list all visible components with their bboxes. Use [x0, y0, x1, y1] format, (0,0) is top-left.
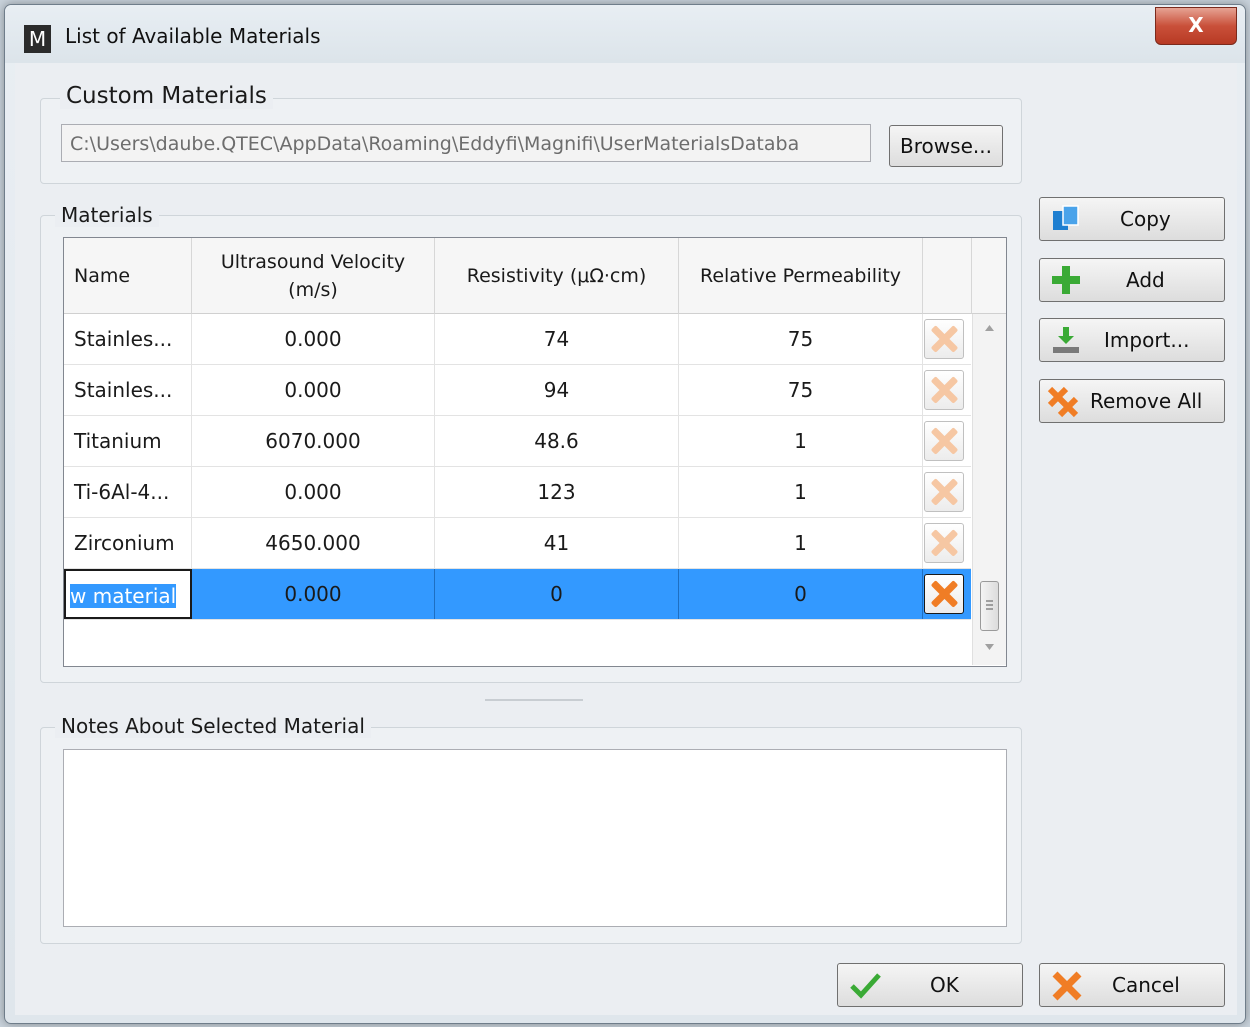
delete-row-button[interactable]	[924, 370, 964, 410]
scroll-thumb[interactable]	[980, 581, 999, 631]
cell-velocity[interactable]: 6070.000	[192, 416, 435, 466]
table-row[interactable]: Titanium 6070.000 48.6 1	[64, 416, 971, 467]
table-row-selected[interactable]: w material 0.000 0 0	[64, 569, 971, 620]
splitter-handle[interactable]	[485, 699, 583, 701]
column-header-permeability[interactable]: Relative Permeability	[679, 238, 923, 314]
title-bar[interactable]: M List of Available Materials X	[5, 5, 1245, 63]
column-header-name[interactable]: Name	[64, 238, 192, 314]
import-label: Import...	[1104, 328, 1190, 352]
window-title: List of Available Materials	[65, 24, 321, 48]
close-button[interactable]: X	[1155, 7, 1237, 45]
column-header-label: Ultrasound Velocity (m/s)	[220, 250, 406, 301]
cell-velocity[interactable]: 4650.000	[192, 518, 435, 568]
remove-all-button[interactable]: Remove All	[1039, 379, 1225, 423]
cell-velocity[interactable]: 0.000	[192, 365, 435, 415]
ok-label: OK	[930, 973, 959, 997]
copy-button[interactable]: Copy	[1039, 197, 1225, 241]
delete-row-button[interactable]	[924, 523, 964, 563]
notes-title: Notes About Selected Material	[55, 714, 371, 738]
cell-name[interactable]: Stainles...	[64, 314, 192, 364]
delete-x-icon	[930, 529, 958, 557]
column-header-label: Resistivity (μΩ·cm)	[466, 264, 647, 287]
browse-button[interactable]: Browse...	[889, 125, 1003, 167]
dialog-window: M List of Available Materials X Custom M…	[4, 4, 1246, 1024]
cell-permeability[interactable]: 75	[679, 365, 923, 415]
delete-row-button[interactable]	[924, 472, 964, 512]
vertical-scrollbar[interactable]	[972, 314, 1006, 665]
import-button[interactable]: Import...	[1039, 318, 1225, 362]
cell-resistivity[interactable]: 0	[435, 569, 679, 619]
scroll-up-arrow-icon[interactable]	[973, 318, 1006, 338]
cell-permeability[interactable]: 1	[679, 467, 923, 517]
cell-permeability[interactable]: 1	[679, 416, 923, 466]
remove-all-icon	[1047, 386, 1079, 418]
cell-name[interactable]: Ti-6Al-4...	[64, 467, 192, 517]
ok-button[interactable]: OK	[837, 963, 1023, 1007]
cell-resistivity[interactable]: 123	[435, 467, 679, 517]
column-header-label: Relative Permeability	[699, 264, 902, 287]
database-path-field[interactable]: C:\Users\daube.QTEC\AppData\Roaming\Eddy…	[61, 124, 871, 162]
delete-row-button[interactable]	[924, 319, 964, 359]
cell-name[interactable]: Zirconium	[64, 518, 192, 568]
cell-resistivity[interactable]: 74	[435, 314, 679, 364]
grip-icon	[986, 600, 993, 610]
add-icon	[1052, 266, 1080, 294]
add-label: Add	[1126, 268, 1165, 292]
cell-resistivity[interactable]: 94	[435, 365, 679, 415]
cancel-x-icon	[1052, 971, 1082, 1001]
notes-textarea[interactable]	[63, 749, 1007, 927]
table-row[interactable]: Ti-6Al-4... 0.000 123 1	[64, 467, 971, 518]
table-row[interactable]: Stainles... 0.000 94 75	[64, 365, 971, 416]
table-row[interactable]: Stainles... 0.000 74 75	[64, 314, 971, 365]
delete-x-icon	[930, 376, 958, 404]
cell-name-edit-text: w material	[70, 584, 177, 608]
delete-x-icon	[930, 427, 958, 455]
copy-label: Copy	[1120, 207, 1171, 231]
materials-title: Materials	[55, 203, 159, 227]
cell-name[interactable]: Titanium	[64, 416, 192, 466]
remove-all-label: Remove All	[1090, 389, 1203, 413]
copy-icon	[1053, 205, 1079, 230]
delete-x-icon	[930, 580, 958, 608]
app-icon: M	[24, 25, 51, 53]
table-row[interactable]: Zirconium 4650.000 41 1	[64, 518, 971, 569]
cell-permeability[interactable]: 1	[679, 518, 923, 568]
cell-velocity[interactable]: 0.000	[192, 569, 435, 619]
column-header-label: Name	[74, 264, 131, 287]
download-icon	[1053, 327, 1079, 353]
cell-velocity[interactable]: 0.000	[192, 467, 435, 517]
add-button[interactable]: Add	[1039, 258, 1225, 302]
column-header-resistivity[interactable]: Resistivity (μΩ·cm)	[435, 238, 679, 314]
cancel-label: Cancel	[1112, 973, 1180, 997]
checkmark-icon	[850, 973, 881, 999]
cell-permeability[interactable]: 75	[679, 314, 923, 364]
cell-permeability[interactable]: 0	[679, 569, 923, 619]
cell-velocity[interactable]: 0.000	[192, 314, 435, 364]
column-header-scroll-spacer	[972, 238, 1006, 314]
cell-resistivity[interactable]: 41	[435, 518, 679, 568]
delete-x-icon	[930, 325, 958, 353]
custom-materials-title: Custom Materials	[60, 83, 273, 109]
cell-name-editor[interactable]: w material	[64, 569, 192, 619]
delete-row-button[interactable]	[924, 574, 964, 614]
cell-resistivity[interactable]: 48.6	[435, 416, 679, 466]
materials-table: Name Ultrasound Velocity (m/s) Resistivi…	[63, 237, 1007, 667]
column-header-velocity[interactable]: Ultrasound Velocity (m/s)	[192, 238, 435, 314]
delete-row-button[interactable]	[924, 421, 964, 461]
delete-x-icon	[930, 478, 958, 506]
cancel-button[interactable]: Cancel	[1039, 963, 1225, 1007]
dialog-client-area: Custom Materials C:\Users\daube.QTEC\App…	[15, 63, 1237, 1015]
scroll-down-arrow-icon[interactable]	[973, 637, 1006, 657]
cell-name[interactable]: Stainles...	[64, 365, 192, 415]
column-header-delete	[923, 238, 972, 314]
